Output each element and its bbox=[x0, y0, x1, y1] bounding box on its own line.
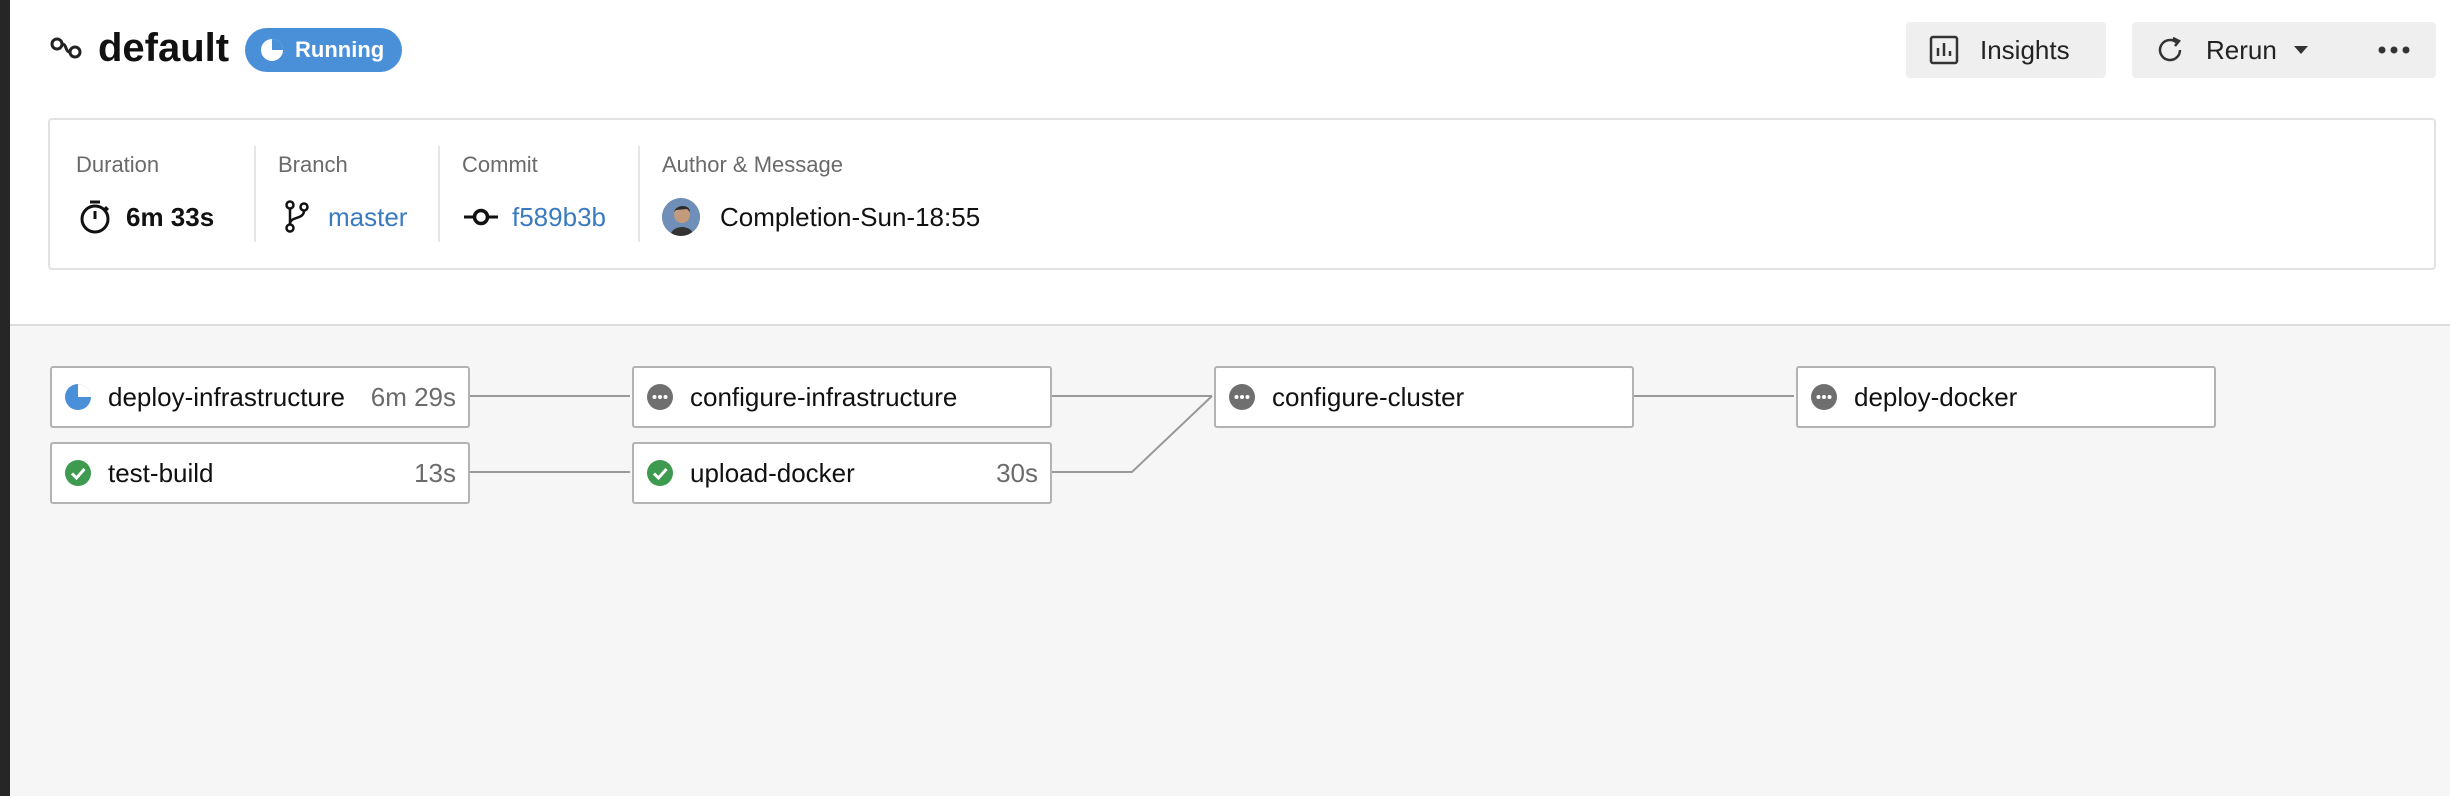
commit-label: Commit bbox=[462, 152, 538, 177]
job-node-configure-cluster[interactable]: configure-cluster bbox=[1214, 366, 1634, 428]
git-commit-icon bbox=[464, 208, 498, 226]
pending-status-icon bbox=[1229, 384, 1255, 410]
bar-chart-icon bbox=[1929, 35, 1959, 65]
insights-button[interactable]: Insights bbox=[1906, 22, 2106, 78]
connector-line bbox=[1052, 395, 1213, 473]
job-name: upload-docker bbox=[690, 457, 855, 488]
pending-status-icon bbox=[647, 384, 673, 410]
job-duration: 30s bbox=[996, 457, 1038, 488]
avatar-image bbox=[662, 198, 700, 236]
insights-button-label: Insights bbox=[1980, 34, 2070, 65]
pending-status-icon bbox=[1811, 384, 1837, 410]
duration-label: Duration bbox=[76, 152, 160, 177]
running-status-icon bbox=[65, 384, 91, 410]
job-node-deploy-docker[interactable]: deploy-docker bbox=[1796, 366, 2216, 428]
ellipsis-icon bbox=[2378, 46, 2410, 54]
job-name: test-build bbox=[108, 457, 214, 488]
caret-down-icon bbox=[2293, 46, 2308, 54]
info-divider bbox=[638, 146, 640, 242]
left-rail bbox=[0, 0, 10, 796]
job-node-test-build[interactable]: test-build 13s bbox=[50, 442, 470, 504]
pipeline-icon bbox=[50, 37, 82, 59]
job-name: deploy-infrastructure bbox=[108, 381, 345, 412]
git-branch-icon bbox=[285, 200, 309, 233]
rerun-button-label: Rerun bbox=[2206, 34, 2277, 65]
job-node-deploy-infrastructure[interactable]: deploy-infrastructure 6m 29s bbox=[50, 366, 470, 428]
success-status-icon bbox=[65, 460, 91, 486]
spinner-icon bbox=[261, 39, 283, 61]
duration-value: 6m 33s bbox=[126, 201, 215, 232]
pipeline-header: default Running Insights Rerun bbox=[10, 0, 2450, 100]
commit-link[interactable]: f589b3b bbox=[512, 202, 606, 233]
success-status-icon bbox=[647, 460, 673, 486]
stopwatch-icon bbox=[80, 200, 110, 234]
author-section: Author & Message Completion-Sun-18:55 bbox=[662, 120, 1162, 268]
job-name: configure-cluster bbox=[1272, 381, 1465, 412]
job-node-configure-infrastructure[interactable]: configure-infrastructure bbox=[632, 366, 1052, 428]
info-divider bbox=[438, 146, 440, 242]
workflow-graph: deploy-infrastructure 6m 29s test-build … bbox=[10, 324, 2450, 796]
refresh-icon bbox=[2158, 36, 2182, 62]
more-options-button[interactable] bbox=[2352, 22, 2436, 78]
job-duration: 13s bbox=[414, 457, 456, 488]
avatar bbox=[662, 198, 700, 236]
author-label: Author & Message bbox=[662, 152, 843, 177]
author-message: Completion-Sun-18:55 bbox=[720, 201, 981, 232]
job-name: configure-infrastructure bbox=[690, 381, 958, 412]
job-node-upload-docker[interactable]: upload-docker 30s bbox=[632, 442, 1052, 504]
job-name: deploy-docker bbox=[1854, 381, 2018, 412]
job-duration: 6m 29s bbox=[370, 381, 456, 412]
duration-section: Duration 6m 33s bbox=[76, 120, 256, 268]
pipeline-title: default bbox=[98, 26, 230, 70]
status-badge-label: Running bbox=[295, 37, 385, 62]
pipeline-page: default Running Insights Rerun Duration … bbox=[10, 0, 2450, 796]
rerun-button[interactable]: Rerun bbox=[2132, 22, 2372, 78]
status-badge: Running bbox=[245, 28, 403, 72]
branch-link[interactable]: master bbox=[328, 202, 407, 233]
pipeline-info-card: Duration 6m 33s Branch master Commit f58… bbox=[48, 118, 2436, 270]
branch-label: Branch bbox=[278, 152, 348, 177]
commit-section: Commit f589b3b bbox=[462, 120, 642, 268]
info-divider bbox=[254, 146, 256, 242]
branch-section: Branch master bbox=[278, 120, 438, 268]
